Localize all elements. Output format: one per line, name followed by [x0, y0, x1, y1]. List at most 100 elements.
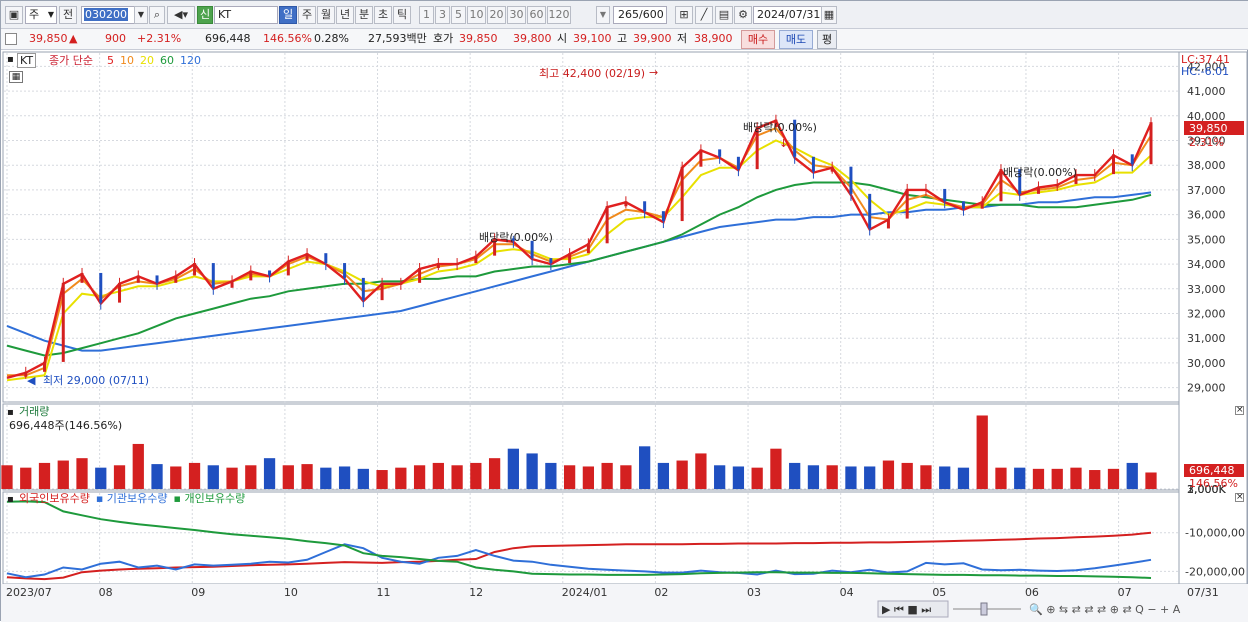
- interval-button-10[interactable]: 10: [467, 6, 486, 24]
- period-button-6[interactable]: 틱: [393, 6, 411, 24]
- date-field[interactable]: 2024/07/31: [753, 6, 825, 24]
- price-change: 900: [105, 32, 126, 45]
- toolbar: ▣ 주 ▼ 전 030200 ▼ ⌕ ◀︎▾ 신 KT 일주월년분초틱 1 3 5 10…: [1, 1, 1248, 29]
- interval-button-30[interactable]: 30: [507, 6, 526, 24]
- holding-panel-toggle-icon[interactable]: ▪: [7, 493, 14, 506]
- candle-body: [1130, 154, 1134, 165]
- quote-bar: 39,850 ▲ 900 +2.31% 696,448 146.56% 0.28…: [1, 29, 1248, 50]
- candle-body: [680, 166, 684, 222]
- eval-button[interactable]: 평: [817, 30, 837, 49]
- count-field[interactable]: 265/600: [613, 6, 667, 24]
- candle-body: [1111, 154, 1115, 175]
- trade-amount: 27,593백만: [368, 32, 427, 45]
- scroll-nav-icon[interactable]: ▶ ⏮ ■ ⏭: [882, 603, 931, 616]
- draw-line-icon[interactable]: ╱: [695, 6, 713, 24]
- x-tick-label: 02: [654, 586, 668, 599]
- code-dropdown-button[interactable]: ▼: [134, 6, 148, 24]
- volume-bar: [432, 462, 444, 489]
- volume-bar: [413, 465, 426, 489]
- candle-body: [174, 275, 178, 283]
- candle-body: [155, 275, 159, 283]
- candle-body: [549, 258, 553, 264]
- volume-bar: [320, 467, 332, 489]
- period-button-2[interactable]: 월: [317, 6, 335, 24]
- stock-code-input[interactable]: 030200: [81, 6, 135, 24]
- interval-button-60[interactable]: 60: [527, 6, 546, 24]
- new-badge[interactable]: 신: [197, 6, 213, 24]
- zoom-slider-handle[interactable]: [980, 602, 988, 616]
- table-icon[interactable]: ▦: [9, 71, 23, 83]
- sell-button[interactable]: 매도: [779, 30, 813, 49]
- volume-bar: [939, 466, 951, 489]
- save-icon[interactable]: ▤: [715, 6, 733, 24]
- y-tick-label: 40,000: [1187, 110, 1226, 123]
- stock-name-field[interactable]: KT: [214, 6, 278, 24]
- settings-grid-icon[interactable]: ⊞: [675, 6, 693, 24]
- search-icon: ⌕: [153, 8, 161, 21]
- search-button[interactable]: ⌕: [149, 6, 165, 24]
- period-button-5[interactable]: 초: [374, 6, 392, 24]
- interval-button-1[interactable]: 1: [419, 6, 434, 24]
- hc-label: HC:-6.01: [1181, 65, 1230, 78]
- period-button-4[interactable]: 분: [355, 6, 373, 24]
- volume-bar: [207, 465, 219, 489]
- stock-chart[interactable]: 42,00041,00040,00039,00038,00037,00036,0…: [1, 50, 1248, 622]
- volume-bar: [526, 453, 538, 489]
- x-tick-label: 09: [191, 586, 205, 599]
- candle-body: [399, 282, 403, 285]
- quote-toggle-icon[interactable]: [5, 33, 17, 45]
- close-icon[interactable]: ×: [1235, 406, 1244, 415]
- candle-body: [811, 156, 815, 172]
- volume-bar: [826, 465, 838, 489]
- price-panel-toggle-icon[interactable]: ▪: [7, 54, 14, 66]
- holding-y-tick-label: -20,000,00: [1185, 565, 1245, 578]
- current-price-tag-text: 39,850: [1189, 122, 1228, 135]
- gear-icon[interactable]: ⚙: [734, 6, 752, 24]
- y-tick-label: 37,000: [1187, 184, 1226, 197]
- interval-button-20[interactable]: 20: [487, 6, 506, 24]
- candle-body: [736, 156, 740, 170]
- speaker-icon: ◀︎▾: [174, 8, 188, 21]
- candle-body: [193, 263, 197, 276]
- layout-icon[interactable]: ▣: [5, 6, 23, 24]
- ma-legend: 5 10 20 60 120: [107, 54, 207, 67]
- drawing-tools-icon[interactable]: 🔍 ⊕ ⇆ ⇄ ⇄ ⇄ ⊕ ⇄ Q − + A: [1029, 602, 1181, 616]
- left-arrow-icon: ◀: [27, 374, 36, 387]
- interval-button-120[interactable]: 120: [547, 6, 571, 24]
- ticker-box[interactable]: KT: [17, 53, 37, 68]
- candle-body: [43, 361, 47, 372]
- volume-bar: [188, 462, 201, 489]
- period-select-value: 주: [29, 8, 40, 21]
- candle-body: [1036, 186, 1040, 194]
- period-button-3[interactable]: 년: [336, 6, 354, 24]
- candle-body: [249, 270, 253, 281]
- interval-button-3[interactable]: 3: [435, 6, 450, 24]
- volume-bar: [864, 466, 876, 489]
- dividend-annotation-1: 배당락(0.00%): [479, 231, 553, 244]
- period-select[interactable]: 주 ▼: [25, 6, 57, 24]
- prev-button[interactable]: 전: [59, 6, 77, 24]
- x-tick-label: 10: [284, 586, 298, 599]
- volume-bar: [657, 462, 670, 489]
- ma-legend-10: 10: [120, 54, 134, 67]
- close-icon[interactable]: ×: [1235, 493, 1244, 502]
- y-tick-label: 38,000: [1187, 159, 1226, 172]
- open-price: 39,100: [573, 32, 612, 45]
- speaker-button[interactable]: ◀︎▾: [167, 6, 195, 24]
- volume-bar: [789, 462, 801, 489]
- volume-bar: [1107, 468, 1120, 489]
- candle-body: [568, 253, 572, 264]
- candle-body: [343, 263, 347, 278]
- candle-body: [586, 243, 590, 254]
- candle-body: [624, 201, 628, 207]
- interval-dropdown-button[interactable]: ▼: [596, 6, 610, 24]
- interval-button-5[interactable]: 5: [451, 6, 466, 24]
- period-button-0[interactable]: 일: [279, 6, 297, 24]
- volume-panel-toggle-icon[interactable]: ▪: [7, 406, 14, 419]
- candle-body: [324, 253, 328, 264]
- volume-bar: [563, 465, 576, 489]
- x-tick-label: 04: [840, 586, 854, 599]
- buy-button[interactable]: 매수: [741, 30, 775, 49]
- period-button-1[interactable]: 주: [298, 6, 316, 24]
- calendar-icon[interactable]: ▦: [821, 6, 837, 24]
